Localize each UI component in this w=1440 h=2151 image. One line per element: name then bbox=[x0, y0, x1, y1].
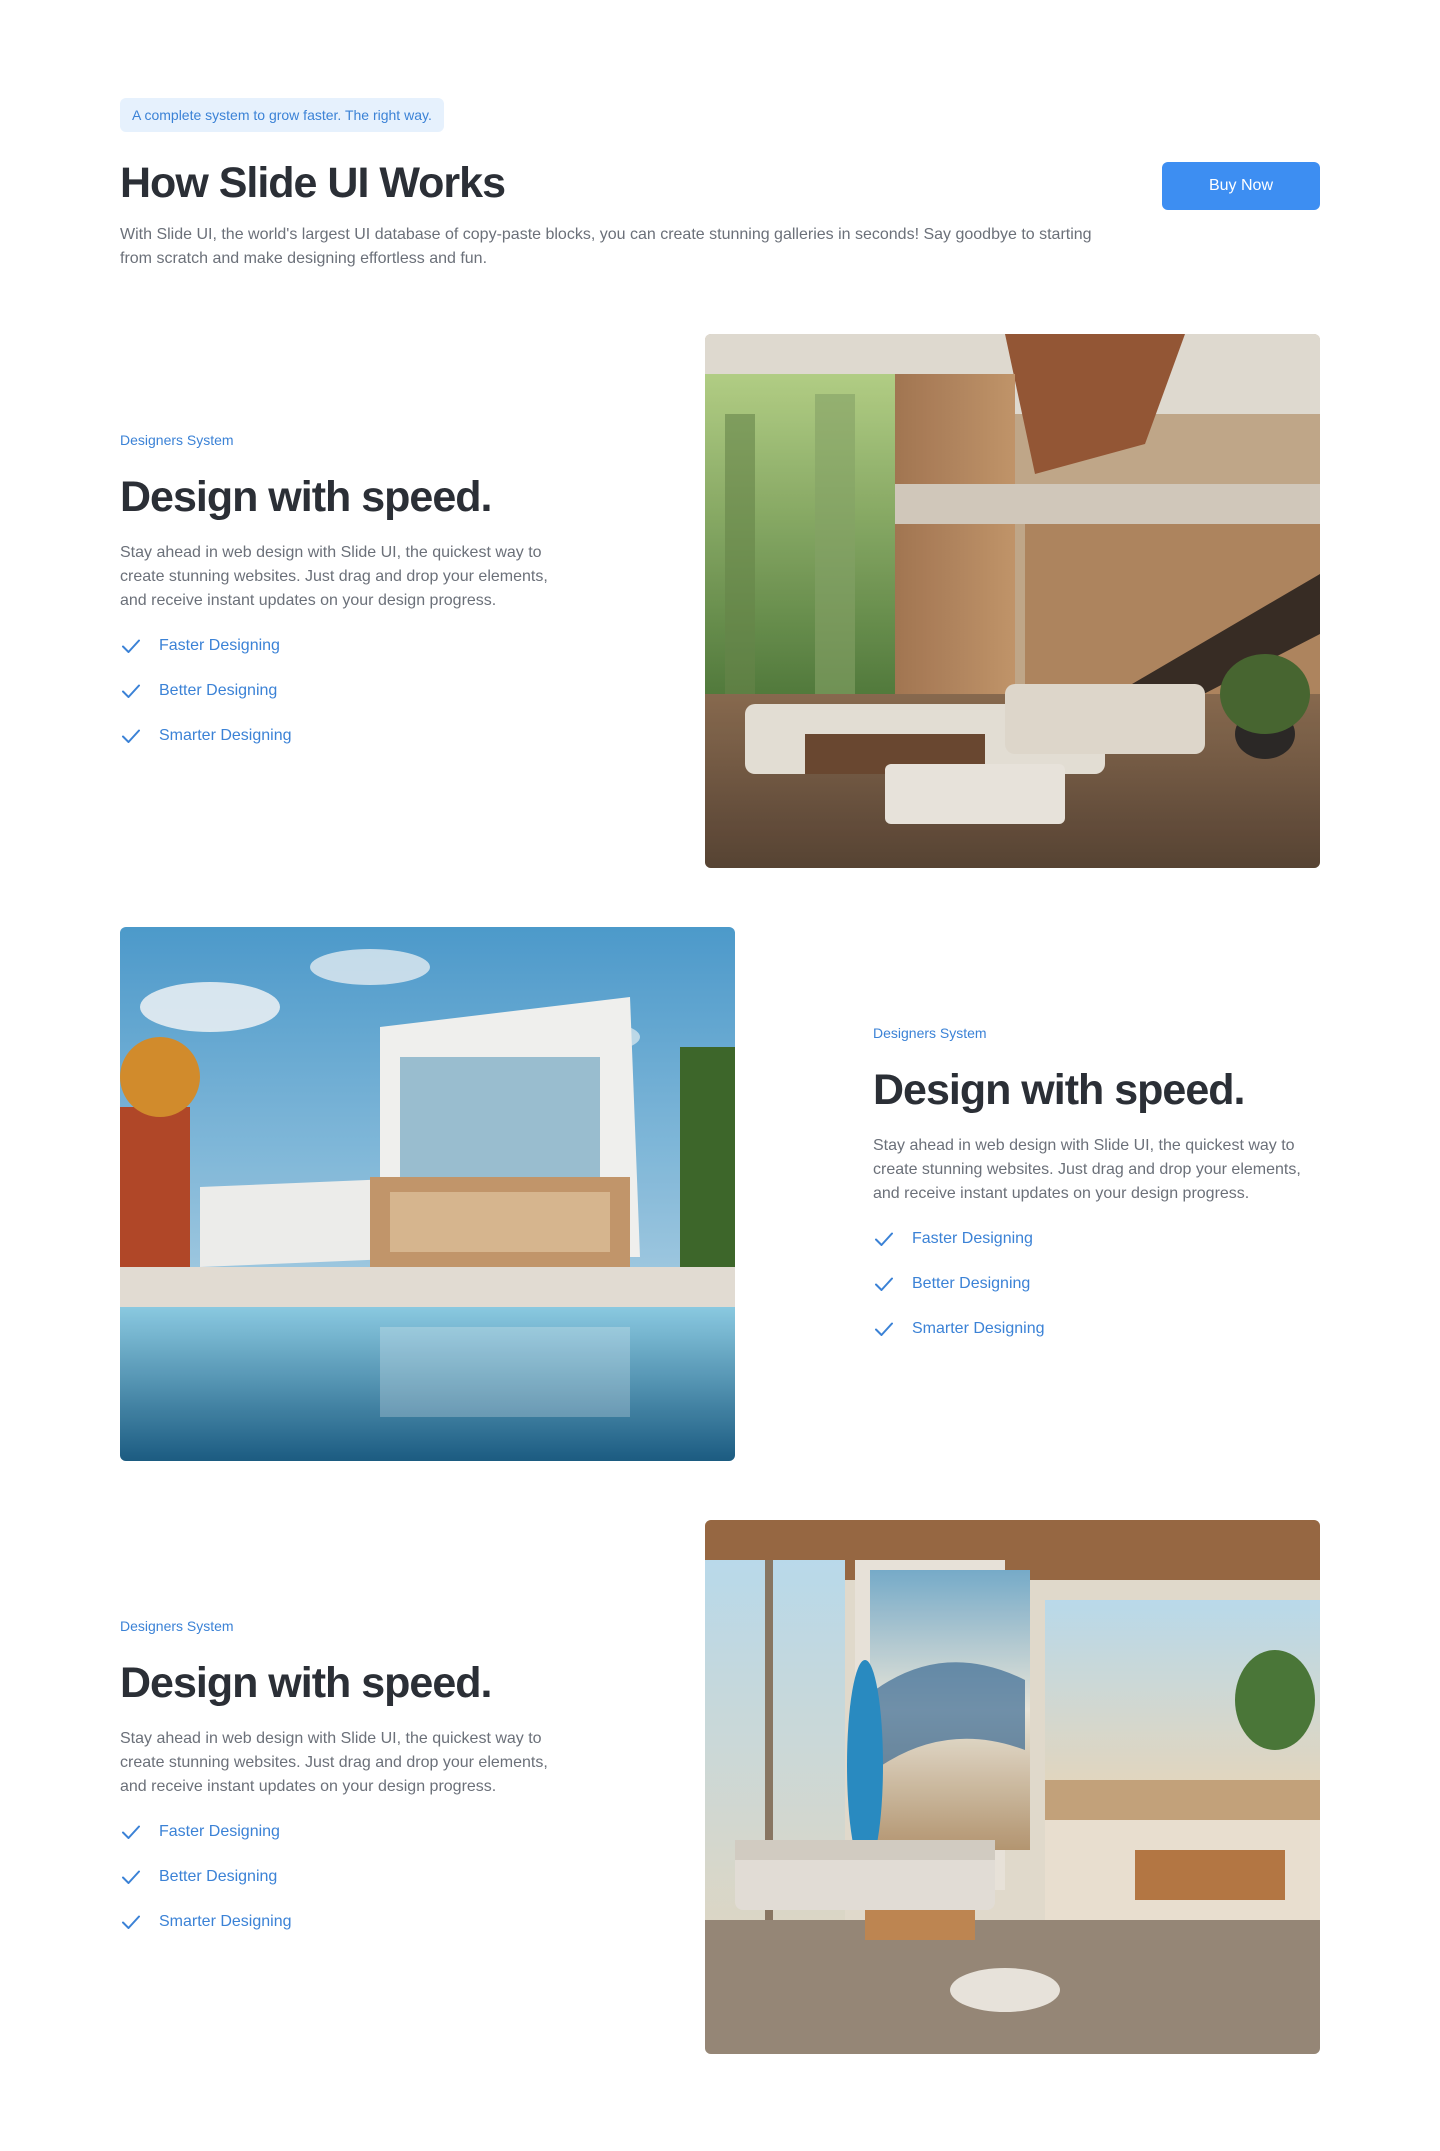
checklist-item: Smarter Designing bbox=[120, 1899, 570, 1944]
feature-section-1: Designers System Design with speed. Stay… bbox=[120, 334, 1320, 868]
checklist-label: Faster Designing bbox=[912, 1229, 1033, 1247]
page: A complete system to grow faster. The ri… bbox=[0, 0, 1440, 2151]
modern-villa-pool-image bbox=[120, 927, 735, 1461]
checklist-item: Faster Designing bbox=[120, 1809, 570, 1854]
checklist-label: Smarter Designing bbox=[912, 1319, 1045, 1337]
checklist-item: Better Designing bbox=[120, 668, 570, 713]
feature-tagline: Designers System bbox=[120, 432, 234, 448]
feature-text-block: Designers System Design with speed. Stay… bbox=[120, 1617, 570, 1944]
feature-description: Stay ahead in web design with Slide UI, … bbox=[120, 1730, 548, 1795]
beach-house-interior-image bbox=[705, 1520, 1320, 2054]
feature-section-3: Designers System Design with speed. Stay… bbox=[120, 1520, 1320, 2054]
checkmark-icon bbox=[120, 635, 142, 657]
checklist-label: Better Designing bbox=[159, 681, 278, 699]
feature-heading: Design with speed. bbox=[873, 1066, 1245, 1114]
feature-tagline: Designers System bbox=[120, 1618, 234, 1634]
feature-description: Stay ahead in web design with Slide UI, … bbox=[873, 1137, 1301, 1202]
feature-checklist: Faster Designing Better Designing Smarte… bbox=[120, 1809, 570, 1944]
checkmark-icon bbox=[120, 1866, 142, 1888]
section-header: A complete system to grow faster. The ri… bbox=[120, 98, 1320, 283]
checkmark-icon bbox=[873, 1273, 895, 1295]
buy-now-button[interactable]: Buy Now bbox=[1162, 162, 1320, 210]
feature-description: Stay ahead in web design with Slide UI, … bbox=[120, 544, 548, 609]
checklist-item: Better Designing bbox=[873, 1261, 1323, 1306]
intro-text: With Slide UI, the world's largest UI da… bbox=[120, 226, 1092, 267]
feature-heading: Design with speed. bbox=[120, 473, 492, 521]
page-title: How Slide UI Works bbox=[120, 159, 506, 207]
checkmark-icon bbox=[873, 1318, 895, 1340]
checklist-label: Faster Designing bbox=[159, 636, 280, 654]
checklist-label: Smarter Designing bbox=[159, 726, 292, 744]
checklist-item: Smarter Designing bbox=[120, 713, 570, 758]
checklist-label: Better Designing bbox=[159, 1867, 278, 1885]
feature-heading: Design with speed. bbox=[120, 1659, 492, 1707]
eyebrow-badge: A complete system to grow faster. The ri… bbox=[120, 98, 444, 132]
modern-living-room-image bbox=[705, 334, 1320, 868]
checkmark-icon bbox=[120, 680, 142, 702]
feature-text-block: Designers System Design with speed. Stay… bbox=[120, 431, 570, 758]
feature-checklist: Faster Designing Better Designing Smarte… bbox=[120, 623, 570, 758]
feature-text-block: Designers System Design with speed. Stay… bbox=[873, 1024, 1323, 1351]
checklist-item: Better Designing bbox=[120, 1854, 570, 1899]
checkmark-icon bbox=[873, 1228, 895, 1250]
checklist-label: Better Designing bbox=[912, 1274, 1031, 1292]
checklist-item: Faster Designing bbox=[873, 1216, 1323, 1261]
checkmark-icon bbox=[120, 1821, 142, 1843]
feature-checklist: Faster Designing Better Designing Smarte… bbox=[873, 1216, 1323, 1351]
checklist-label: Smarter Designing bbox=[159, 1912, 292, 1930]
feature-tagline: Designers System bbox=[873, 1025, 987, 1041]
feature-section-2: Designers System Design with speed. Stay… bbox=[120, 927, 1320, 1461]
checkmark-icon bbox=[120, 725, 142, 747]
checkmark-icon bbox=[120, 1911, 142, 1933]
checklist-item: Smarter Designing bbox=[873, 1306, 1323, 1351]
checklist-item: Faster Designing bbox=[120, 623, 570, 668]
checklist-label: Faster Designing bbox=[159, 1822, 280, 1840]
